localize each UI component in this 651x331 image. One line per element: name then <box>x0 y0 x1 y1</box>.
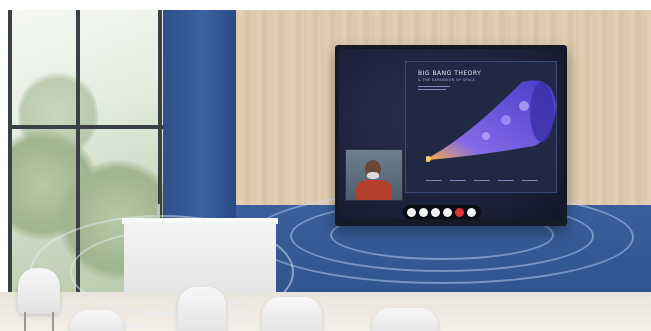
text-line <box>474 180 490 181</box>
conference-room-scene: BIG BANG THEORY & THE EXPANSION OF SPACE <box>0 0 651 331</box>
chair <box>18 268 60 314</box>
chair <box>262 297 322 331</box>
window-frame <box>8 10 12 295</box>
chair <box>70 310 124 331</box>
caller-body <box>356 180 392 200</box>
camera-icon[interactable] <box>407 207 416 217</box>
end-call-icon[interactable] <box>455 207 464 217</box>
chair-leg <box>24 312 26 331</box>
chair <box>178 287 226 331</box>
chair-leg <box>52 312 54 331</box>
text-line <box>498 180 514 181</box>
user-icon[interactable] <box>419 207 428 217</box>
slide-panel: BIG BANG THEORY & THE EXPANSION OF SPACE <box>405 61 557 193</box>
more-icon[interactable] <box>467 207 476 217</box>
text-line <box>426 180 442 181</box>
settings-icon[interactable] <box>431 207 440 217</box>
foliage <box>18 70 98 160</box>
interactive-display: BIG BANG THEORY & THE EXPANSION OF SPACE <box>335 45 567 226</box>
window-frame <box>8 125 166 129</box>
video-call-tile[interactable] <box>345 149 403 201</box>
call-controls-bar <box>403 205 481 219</box>
text-line <box>450 180 466 181</box>
caller-beard <box>367 172 379 179</box>
text-line <box>522 180 538 181</box>
display-screen: BIG BANG THEORY & THE EXPANSION OF SPACE <box>339 49 563 219</box>
info-icon[interactable] <box>443 207 452 217</box>
chair <box>372 308 438 331</box>
universe-expansion-illustration <box>426 80 556 162</box>
presentation-desk <box>124 222 276 294</box>
